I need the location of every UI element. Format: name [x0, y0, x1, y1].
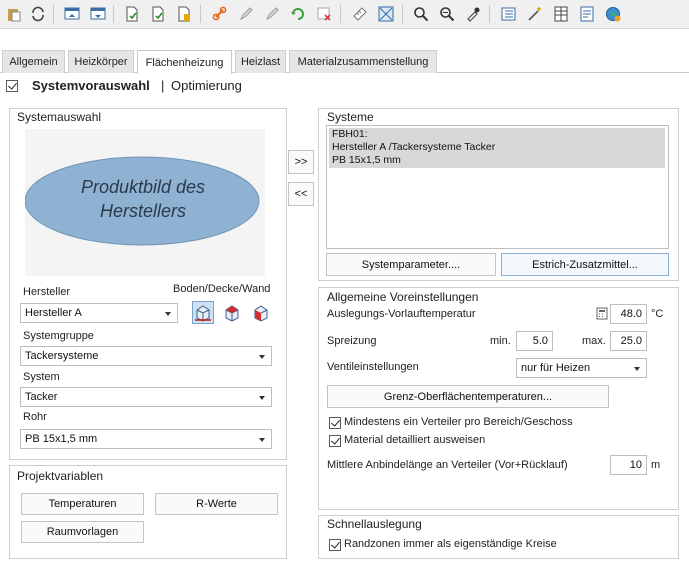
- calculator-icon[interactable]: [596, 307, 608, 320]
- doc-check-icon[interactable]: [148, 4, 168, 24]
- vorlauftemperatur-label: Auslegungs-Vorlauftemperatur: [327, 308, 476, 320]
- wall-mode-button[interactable]: [251, 302, 271, 323]
- table-icon[interactable]: [551, 4, 571, 24]
- tab-heizkoerper[interactable]: Heizkörper: [68, 50, 134, 73]
- paste-icon[interactable]: [4, 4, 24, 24]
- delete-icon[interactable]: [314, 4, 334, 24]
- hersteller-label: Hersteller: [23, 286, 71, 298]
- systemvorauswahl-checkbox[interactable]: [6, 80, 18, 92]
- product-image-text: Produktbild des Herstellers: [80, 177, 206, 221]
- ventileinstellungen-value: nur für Heizen: [521, 362, 591, 374]
- anbindelaenge-label: Mittlere Anbindelänge an Verteiler (Vor+…: [327, 459, 568, 471]
- chevron-down-icon: [165, 312, 171, 316]
- product-image: Produktbild des Herstellers: [25, 129, 265, 276]
- optimierung-link[interactable]: Optimierung: [171, 78, 242, 93]
- boden-decke-wand-label: Boden/Decke/Wand: [173, 283, 271, 295]
- rohr-label: Rohr: [23, 411, 47, 423]
- temperaturen-button[interactable]: Temperaturen: [21, 493, 144, 515]
- magic-wand-icon[interactable]: [525, 4, 545, 24]
- report-icon[interactable]: [577, 4, 597, 24]
- material-checkbox-label: Material detailliert ausweisen: [344, 434, 486, 446]
- randzonen-checkbox-label: Randzonen immer als eigenständige Kreise: [344, 538, 557, 550]
- systemauswahl-title: Systemauswahl: [17, 110, 102, 124]
- spreizung-max-input[interactable]: 25.0: [610, 331, 647, 351]
- remove-system-button[interactable]: <<: [288, 182, 314, 206]
- projektvariablen-title: Projektvariablen: [17, 469, 104, 483]
- ruler-icon[interactable]: [350, 4, 370, 24]
- list-item[interactable]: PB 15x1,5 mm: [329, 154, 665, 168]
- verteiler-checkbox-label: Mindestens ein Verteiler pro Bereich/Ges…: [344, 416, 573, 428]
- list-icon[interactable]: [499, 4, 519, 24]
- system-label: System: [23, 371, 60, 383]
- vorlauftemperatur-unit: °C: [651, 308, 664, 320]
- pencil-alt-icon[interactable]: [262, 4, 282, 24]
- toolbar: [0, 0, 689, 29]
- rohr-value: PB 15x1,5 mm: [25, 433, 98, 445]
- floor-icon: [195, 305, 211, 322]
- systemgruppe-label: Systemgruppe: [23, 330, 94, 342]
- estrich-zusatzmittel-button[interactable]: Estrich-Zusatzmittel...: [501, 253, 669, 276]
- chevron-down-icon: [634, 367, 640, 371]
- link-icon[interactable]: [210, 4, 230, 24]
- chevron-down-icon: [259, 355, 265, 359]
- tab-allgemein[interactable]: Allgemein: [2, 50, 65, 73]
- systemgruppe-select[interactable]: Tackersysteme: [20, 346, 272, 366]
- sync-icon[interactable]: [288, 4, 308, 24]
- spreizung-max-label: max.: [582, 335, 606, 347]
- doc-calc-icon[interactable]: [174, 4, 194, 24]
- ventileinstellungen-select[interactable]: nur für Heizen: [516, 358, 647, 378]
- chevron-down-icon: [259, 438, 265, 442]
- r-werte-button[interactable]: R-Werte: [155, 493, 278, 515]
- pencil-icon[interactable]: [236, 4, 256, 24]
- zoom-icon[interactable]: [411, 4, 431, 24]
- globe-icon[interactable]: [603, 4, 623, 24]
- chevron-down-icon: [259, 396, 265, 400]
- verteiler-checkbox[interactable]: [329, 417, 341, 429]
- randzonen-checkbox[interactable]: [329, 539, 341, 551]
- ceiling-icon: [225, 305, 239, 322]
- system-select[interactable]: Tacker: [20, 387, 272, 407]
- spreizung-min-label: min.: [490, 335, 511, 347]
- voreinstellungen-title: Allgemeine Voreinstellungen: [327, 290, 479, 304]
- new-doc-icon[interactable]: [122, 4, 142, 24]
- ceiling-mode-button[interactable]: [222, 302, 242, 323]
- export-icon[interactable]: [88, 4, 108, 24]
- grenz-oberflaechentemperaturen-button[interactable]: Grenz-Oberflächentemperaturen...: [327, 385, 609, 408]
- tab-flaechenheizung[interactable]: Flächenheizung: [137, 50, 232, 74]
- spreizung-min-input[interactable]: 5.0: [516, 331, 553, 351]
- anbindelaenge-unit: m: [651, 459, 661, 471]
- title-separator: |: [161, 78, 165, 93]
- page-title: Systemvorauswahl: [32, 78, 150, 93]
- systemgruppe-value: Tackersysteme: [25, 350, 99, 362]
- spreizung-label: Spreizung: [327, 335, 377, 347]
- rohr-select[interactable]: PB 15x1,5 mm: [20, 429, 272, 449]
- add-system-button[interactable]: >>: [288, 150, 314, 174]
- floor-mode-button[interactable]: [192, 301, 214, 324]
- list-item[interactable]: FBH01:: [329, 128, 665, 141]
- vorlauftemperatur-input[interactable]: 48.0: [610, 304, 647, 324]
- raumvorlagen-button[interactable]: Raumvorlagen: [21, 521, 144, 543]
- hersteller-value: Hersteller A: [25, 307, 82, 319]
- tab-bar: Allgemein Heizkörper Flächenheizung Heiz…: [0, 50, 689, 74]
- systeme-title: Systeme: [327, 110, 374, 124]
- material-checkbox[interactable]: [329, 435, 341, 447]
- import-icon[interactable]: [62, 4, 82, 24]
- systemparameter-button[interactable]: Systemparameter....: [326, 253, 496, 276]
- zoom-fit-icon[interactable]: [437, 4, 457, 24]
- tab-materialzusammenstellung[interactable]: Materialzusammenstellung: [289, 50, 437, 73]
- measure-icon[interactable]: [376, 4, 396, 24]
- ventileinstellungen-label: Ventileinstellungen: [327, 361, 419, 373]
- tab-heizlast[interactable]: Heizlast: [235, 50, 286, 73]
- hersteller-select[interactable]: Hersteller A: [20, 303, 178, 323]
- wall-icon: [254, 305, 268, 322]
- list-item[interactable]: Hersteller A /Tackersysteme Tacker: [329, 141, 665, 154]
- eyedropper-icon[interactable]: [463, 4, 483, 24]
- refresh-icon[interactable]: [28, 4, 48, 24]
- anbindelaenge-input[interactable]: 10: [610, 455, 647, 475]
- system-value: Tacker: [25, 391, 58, 403]
- systeme-list[interactable]: FBH01: Hersteller A /Tackersysteme Tacke…: [326, 125, 669, 249]
- schnellauslegung-title: Schnellauslegung: [327, 517, 422, 531]
